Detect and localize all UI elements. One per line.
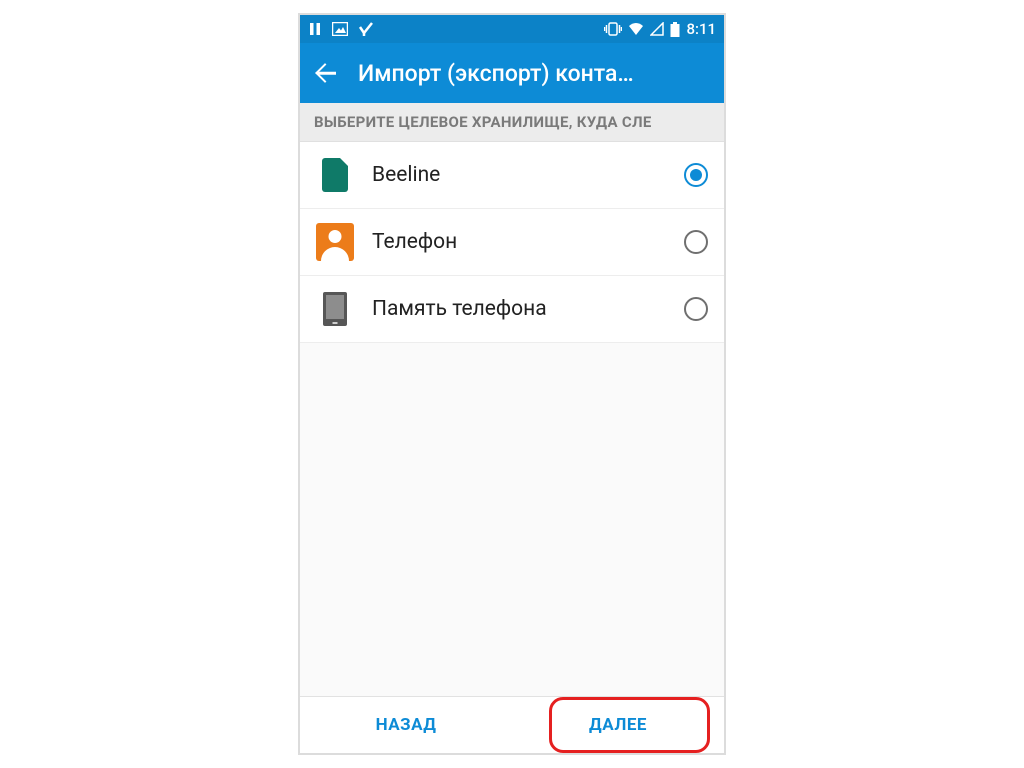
option-label: Память телефона bbox=[372, 297, 668, 321]
signal-icon bbox=[650, 22, 664, 36]
back-button[interactable]: НАЗАД bbox=[300, 697, 512, 753]
status-time: 8:11 bbox=[686, 20, 716, 38]
radio-selected-icon[interactable] bbox=[684, 163, 708, 187]
contact-icon bbox=[316, 223, 354, 261]
radio-unselected-icon[interactable] bbox=[684, 297, 708, 321]
battery-icon bbox=[670, 22, 680, 37]
storage-options-list: Beeline Телефон Память телефона bbox=[300, 142, 724, 343]
app-bar: Импорт (экспорт) конта… bbox=[300, 43, 724, 103]
sim-card-icon bbox=[322, 158, 348, 192]
back-icon[interactable] bbox=[314, 62, 336, 84]
empty-space bbox=[300, 343, 724, 696]
vibrate-icon bbox=[604, 22, 622, 36]
radio-unselected-icon[interactable] bbox=[684, 230, 708, 254]
status-bar: 8:11 bbox=[300, 15, 724, 43]
phone-storage-icon bbox=[323, 292, 347, 326]
option-label: Beeline bbox=[372, 163, 668, 187]
check-icon bbox=[358, 22, 374, 36]
next-button[interactable]: ДАЛЕЕ bbox=[512, 697, 724, 753]
phone-frame: 8:11 Импорт (экспорт) конта… ВЫБЕРИТЕ ЦЕ… bbox=[298, 13, 726, 755]
page-title: Импорт (экспорт) конта… bbox=[358, 60, 634, 87]
footer-bar: НАЗАД ДАЛЕЕ bbox=[300, 696, 724, 753]
option-phone-storage[interactable]: Память телефона bbox=[300, 276, 724, 343]
section-header: ВЫБЕРИТЕ ЦЕЛЕВОЕ ХРАНИЛИЩЕ, КУДА СЛЕ bbox=[300, 103, 724, 142]
pause-icon bbox=[308, 22, 322, 36]
option-label: Телефон bbox=[372, 230, 668, 254]
image-icon bbox=[332, 22, 348, 36]
option-beeline[interactable]: Beeline bbox=[300, 142, 724, 209]
option-phone[interactable]: Телефон bbox=[300, 209, 724, 276]
wifi-icon bbox=[628, 22, 644, 36]
